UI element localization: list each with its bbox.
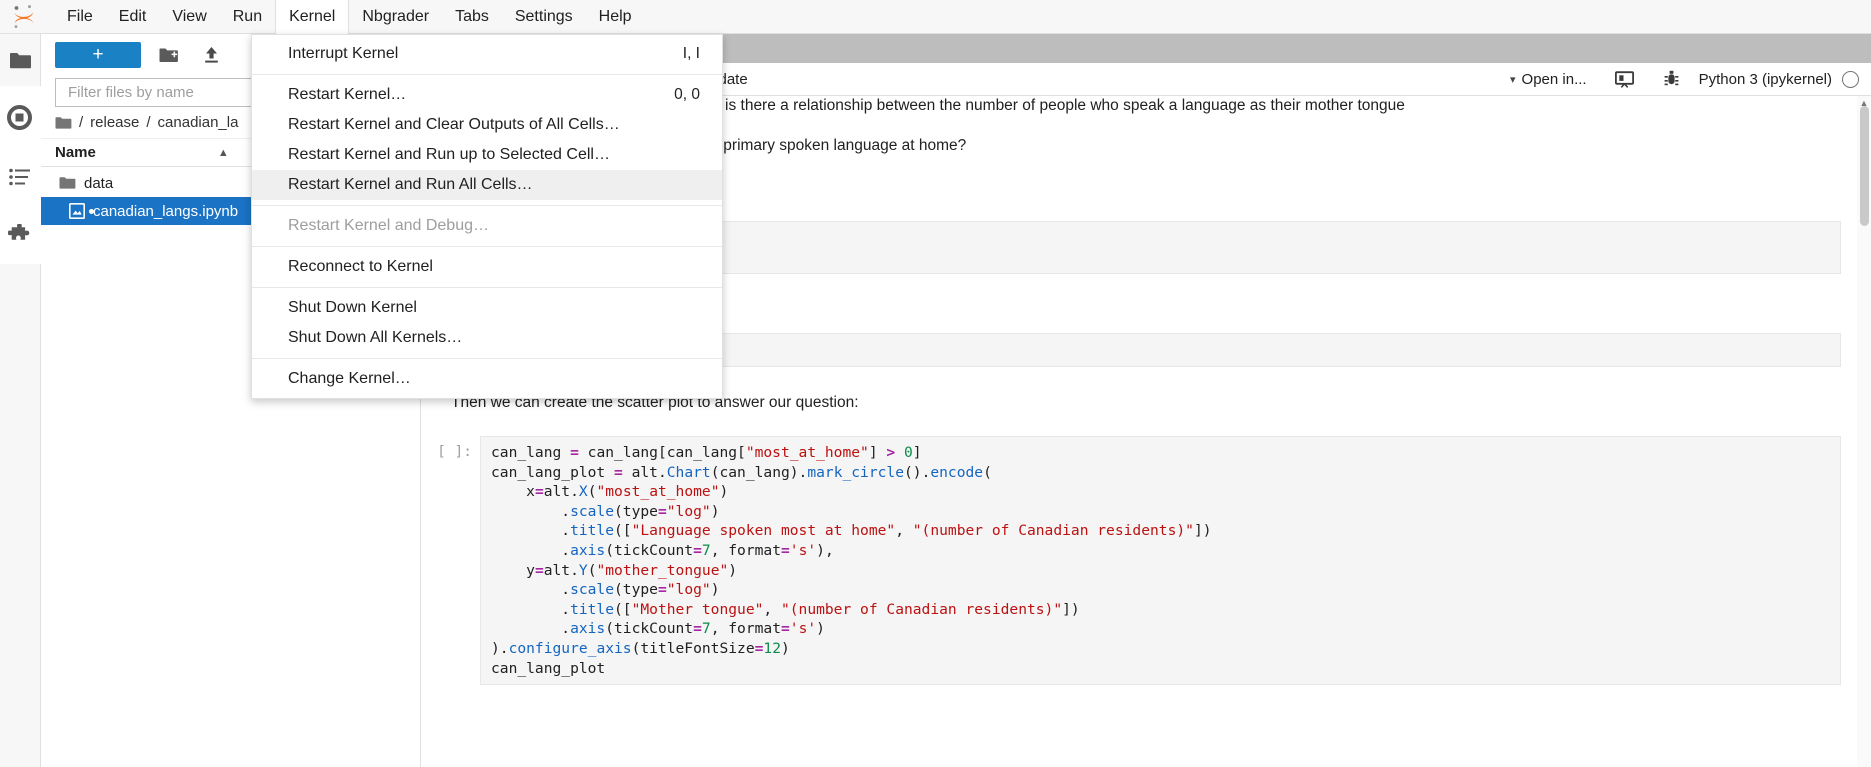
menu-item-label: Restart Kernel and Run up to Selected Ce…: [288, 146, 610, 163]
menu-item-label: Change Kernel…: [288, 370, 411, 387]
code-line: .axis(tickCount=7, format='s'): [491, 620, 825, 638]
menu-item-label: Shut Down All Kernels…: [288, 329, 463, 346]
breadcrumb-sep: /: [146, 114, 151, 131]
menu-item-label: Interrupt Kernel: [288, 45, 399, 62]
menu-tabs[interactable]: Tabs: [442, 0, 502, 34]
menu-file[interactable]: File: [54, 0, 106, 34]
jupyterlab-window: File Edit View Run Kernel Nbgrader Tabs …: [0, 0, 1871, 767]
menu-item-label: Restart Kernel…: [288, 86, 407, 103]
menu-item-shortcut: 0, 0: [674, 86, 700, 103]
menu-separator: [252, 74, 722, 75]
jupyter-logo-icon: [4, 0, 44, 34]
notebook-icon: [69, 203, 85, 219]
file-browser-icon[interactable]: [0, 34, 41, 86]
menu-item-label: Restart Kernel and Run All Cells…: [288, 176, 533, 193]
menu-separator: [252, 205, 722, 206]
menu-nbgrader[interactable]: Nbgrader: [349, 0, 442, 34]
code-line: ).configure_axis(titleFontSize=12): [491, 639, 790, 657]
menu-item-interrupt-kernel[interactable]: Interrupt Kernel I, I: [252, 39, 722, 69]
menu-view[interactable]: View: [159, 0, 219, 34]
code-line: can_lang = can_lang[can_lang["most_at_ho…: [491, 444, 922, 462]
menu-kernel[interactable]: Kernel: [275, 0, 350, 34]
list-item-label: data: [84, 174, 114, 192]
breadcrumb-root[interactable]: /: [79, 114, 83, 131]
menu-item-label: Shut Down Kernel: [288, 299, 417, 316]
left-activity-bar: [0, 34, 41, 767]
code-line: .title(["Language spoken most at home", …: [491, 522, 1212, 540]
menu-item-restart-and-debug: Restart Kernel and Debug…: [252, 211, 722, 241]
running-terminals-icon[interactable]: [0, 86, 41, 148]
menu-items: File Edit View Run Kernel Nbgrader Tabs …: [54, 0, 645, 34]
caret-down-icon: ▾: [1510, 73, 1516, 86]
open-in-button[interactable]: ▾ Open in...: [1510, 71, 1587, 88]
code-line: .title(["Mother tongue", "(number of Can…: [491, 600, 1080, 618]
code-cell-plot[interactable]: [ ]: can_lang = can_lang[can_lang["most_…: [422, 436, 1841, 686]
sort-ascending-icon[interactable]: ▲: [218, 147, 229, 159]
code-line: y=alt.Y("mother_tongue"): [491, 561, 738, 579]
kernel-name-button[interactable]: Python 3 (ipykernel): [1699, 71, 1832, 88]
menu-item-change-kernel[interactable]: Change Kernel…: [252, 364, 722, 394]
code-line: can_lang_plot: [491, 659, 606, 677]
menu-help[interactable]: Help: [586, 0, 645, 34]
menu-item-restart-kernel[interactable]: Restart Kernel… 0, 0: [252, 80, 722, 110]
menu-item-restart-clear-outputs[interactable]: Restart Kernel and Clear Outputs of All …: [252, 110, 722, 140]
kernel-dropdown-menu: Interrupt Kernel I, I Restart Kernel… 0,…: [251, 34, 723, 399]
breadcrumb-release[interactable]: release: [90, 114, 139, 131]
menu-item-shut-down-kernel[interactable]: Shut Down Kernel: [252, 293, 722, 323]
menu-separator: [252, 287, 722, 288]
code-editor[interactable]: can_lang = can_lang[can_lang["most_at_ho…: [480, 436, 1841, 686]
menu-separator: [252, 358, 722, 359]
presentation-icon[interactable]: [1609, 66, 1640, 92]
menu-run[interactable]: Run: [220, 0, 275, 34]
menu-item-label: Reconnect to Kernel: [288, 258, 433, 275]
code-line: can_lang_plot = alt.Chart(can_lang).mark…: [491, 463, 992, 481]
menu-edit[interactable]: Edit: [106, 0, 160, 34]
code-line: .scale(type="log"): [491, 502, 720, 520]
new-launcher-button[interactable]: +: [55, 42, 141, 68]
debugger-bug-icon[interactable]: [1658, 66, 1685, 92]
unsaved-changes-dot: [89, 208, 94, 214]
breadcrumb-home-icon[interactable]: [55, 116, 72, 130]
extension-manager-icon[interactable]: [0, 206, 41, 264]
column-header-name: Name: [55, 144, 96, 161]
menu-item-label: Restart Kernel and Debug…: [288, 217, 489, 234]
menu-item-restart-run-to-selected[interactable]: Restart Kernel and Run up to Selected Ce…: [252, 140, 722, 170]
breadcrumb-current[interactable]: canadian_la: [158, 114, 239, 131]
menu-separator: [252, 246, 722, 247]
menu-item-restart-run-all[interactable]: Restart Kernel and Run All Cells…: [252, 170, 722, 200]
menu-settings[interactable]: Settings: [502, 0, 586, 34]
open-in-label: Open in...: [1521, 70, 1587, 88]
code-line: .scale(type="log"): [491, 581, 720, 599]
menu-item-reconnect-to-kernel[interactable]: Reconnect to Kernel: [252, 252, 722, 282]
new-folder-icon[interactable]: [155, 42, 183, 68]
cell-prompt: [ ]:: [437, 444, 472, 461]
upload-icon[interactable]: [197, 42, 225, 68]
kernel-status-idle-icon[interactable]: [1842, 70, 1859, 88]
menu-item-label: Restart Kernel and Clear Outputs of All …: [288, 116, 620, 133]
code-line: .axis(tickCount=7, format='s'),: [491, 542, 834, 559]
main-menu-bar: File Edit View Run Kernel Nbgrader Tabs …: [0, 0, 1871, 34]
folder-icon: [59, 176, 76, 190]
code-line: x=alt.X("most_at_home"): [491, 483, 729, 501]
menu-item-shut-down-all-kernels[interactable]: Shut Down All Kernels…: [252, 323, 722, 353]
menu-item-shortcut: I, I: [682, 45, 700, 62]
list-item-label: canadian_langs.ipynb: [93, 202, 239, 220]
table-of-contents-icon[interactable]: [0, 148, 41, 206]
